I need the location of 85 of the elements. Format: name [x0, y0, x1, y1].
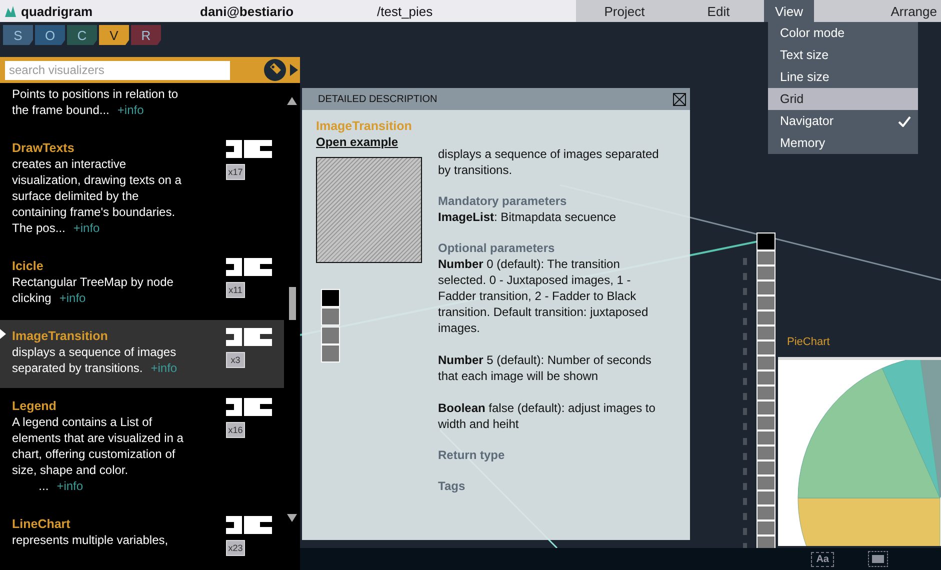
description-text: clicking [12, 291, 52, 305]
more-info-link[interactable]: +info [117, 103, 144, 117]
visualizer-title: ImageTransition [316, 118, 413, 134]
list-item[interactable]: DrawTexts creates an interactive visualization, drawing texts on a surface delimited by the containing frame's boundaries. The pos... +info x17 [0, 132, 284, 248]
ports-drawing [226, 398, 272, 416]
menu-option[interactable]: Memory [768, 132, 918, 154]
menu-item[interactable]: Arrange [814, 0, 941, 22]
menu-item[interactable]: View [764, 0, 814, 22]
menu-option[interactable]: Line size [768, 66, 918, 88]
section-tab[interactable]: O [35, 25, 65, 45]
search-field[interactable]: search visualizers [5, 60, 230, 80]
visualizer-name: ImageTransition [12, 328, 109, 344]
file-path: /test_pies [377, 4, 434, 18]
menu-item[interactable]: Edit [673, 0, 764, 22]
ports-drawing [226, 516, 272, 534]
parameter-text: Number 5 (default): Number of seconds that each image will be shown [438, 352, 652, 384]
tag-icon[interactable] [263, 58, 287, 82]
section-heading: Mandatory parameters [438, 193, 568, 209]
section-tab[interactable]: R [131, 25, 161, 45]
parameter-text: Boolean false (default): adjust images to width and heiht [438, 400, 656, 432]
section-heading: Return type [438, 447, 506, 463]
menu-option[interactable]: Text size [768, 44, 918, 66]
description-text: displays a sequence of images [12, 345, 176, 359]
menu-option[interactable]: Grid [768, 88, 918, 110]
visualizer-name: Legend [12, 398, 58, 414]
scroll-up-icon[interactable] [287, 97, 297, 105]
count-badge: x16 [226, 422, 245, 438]
description-text: visualization, drawing texts on a [12, 173, 182, 187]
description-text: separated by transitions. [12, 361, 143, 375]
ports-drawing [226, 140, 272, 158]
description-text: the frame bound... [12, 103, 110, 117]
more-info-link[interactable]: +info [73, 221, 100, 235]
selected-list-item[interactable]: ImageTransition displays a sequence of images separated by transitions. +info x3 [0, 320, 284, 388]
scroll-thumb[interactable] [288, 287, 296, 320]
description-text: Rectangular TreeMap by node [12, 275, 174, 289]
logo-icon [4, 4, 17, 18]
menu-option[interactable]: Navigator [768, 110, 918, 132]
user-name: dani@bestiario [200, 4, 295, 18]
node-title: PieChart [787, 336, 831, 348]
screen-icon[interactable] [868, 551, 888, 567]
close-icon[interactable] [673, 92, 686, 106]
description-text: elements that are visualized in a [12, 431, 184, 445]
app-name: quadrigram [21, 4, 93, 18]
more-info-link[interactable]: +info [56, 479, 84, 493]
more-info-link[interactable]: +info [150, 361, 178, 375]
description-text: displays a sequence of images separated by transitions. [438, 146, 660, 178]
description-text: containing frame's boundaries. [12, 205, 176, 219]
description-text: represents multiple variables, [12, 533, 168, 547]
window-title: DETAILED DESCRIPTION [318, 94, 438, 104]
list-item[interactable]: Icicle Rectangular TreeMap by node clicking +info x11 [0, 250, 284, 318]
menu-option[interactable]: Color mode [768, 22, 918, 44]
expand-arrow-icon[interactable] [290, 64, 298, 76]
list-item[interactable]: Legend A legend contains a List of elements that are visualized in a chart, offering customization of size, shape and color. ... +info x16 [0, 390, 284, 506]
scroll-down-icon[interactable] [287, 514, 297, 522]
description-text: A legend contains a List of [12, 415, 152, 429]
section-heading: Optional parameters [438, 240, 556, 256]
more-info-link[interactable]: +info [59, 291, 86, 305]
description-text: chart, offering customization of [12, 447, 176, 461]
count-badge: x17 [226, 164, 245, 180]
section-tab[interactable]: C [67, 25, 97, 45]
selection-arrow-icon [0, 329, 6, 339]
description-text: surface delimited by the [12, 189, 139, 203]
description-text: The pos... [12, 221, 66, 235]
count-badge: x3 [226, 352, 245, 368]
description-text: creates an interactive [12, 157, 126, 171]
visualizer-name: DrawTexts [12, 140, 76, 156]
description-text: size, shape and color. [12, 463, 128, 477]
description-text: ... [38, 479, 49, 493]
section-tab[interactable]: S [3, 25, 33, 45]
list-item[interactable]: LineChart represents multiple variables, x23 [0, 508, 284, 568]
example-link[interactable]: Open example [316, 135, 398, 149]
ports-drawing [226, 258, 272, 276]
count-badge: x11 [226, 282, 245, 298]
section-tab[interactable]: V [99, 25, 129, 45]
menu-item[interactable]: Project [576, 0, 673, 22]
text-tool-button[interactable]: Aa [811, 552, 834, 566]
visualizer-name: LineChart [12, 516, 72, 532]
parameter-text: Number 0 (default): The transition selected. 0 - Juxtaposed images, 1 - Fadder transition, 2 - Fadder to Black transition. Default transition: juxtaposed images. [438, 256, 650, 336]
count-badge: x23 [226, 540, 245, 556]
ports-drawing [226, 328, 272, 346]
parameter-text: ImageList: Bitmapdata secuence [438, 209, 618, 225]
visualizer-name: Icicle [12, 258, 44, 274]
description-text: Points to positions in relation to [12, 87, 178, 101]
list-item[interactable]: Points to positions in relation to the frame bound... +info [0, 83, 284, 130]
section-heading: Tags [438, 478, 466, 494]
